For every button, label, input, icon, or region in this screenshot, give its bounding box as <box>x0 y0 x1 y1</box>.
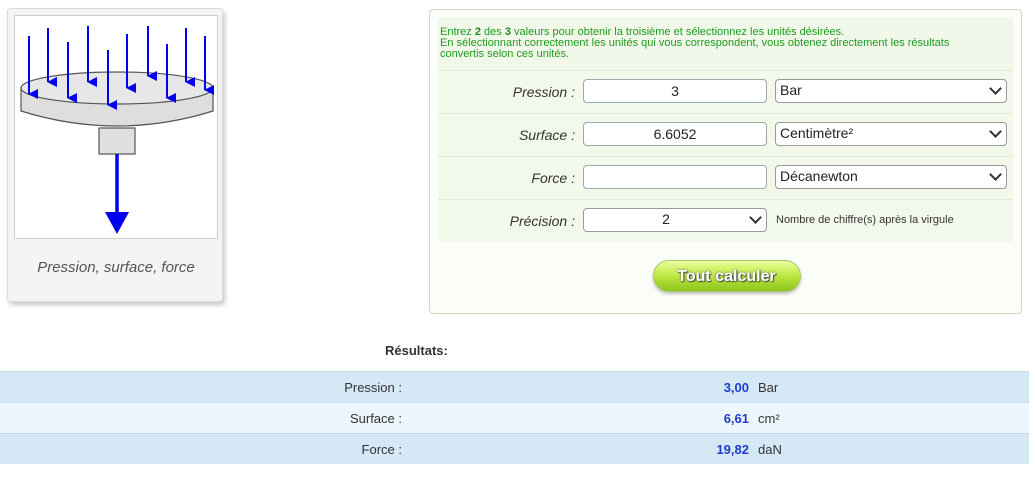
pressure-input[interactable] <box>583 79 767 103</box>
chevron-down-icon <box>989 168 1002 181</box>
force-label: Force : <box>531 170 575 186</box>
force-input[interactable] <box>583 165 767 189</box>
result-label: Surface : <box>349 411 402 426</box>
precision-row: Précision : 2 Nombre de chiffre(s) après… <box>438 199 1013 242</box>
pressure-force-diagram-icon <box>14 15 218 239</box>
result-label: Pression : <box>344 380 402 395</box>
result-unit: cm² <box>758 411 780 426</box>
chevron-down-icon <box>989 125 1002 138</box>
result-value: 3,00 <box>723 380 749 395</box>
precision-select[interactable]: 2 <box>583 208 767 232</box>
pressure-unit-select[interactable]: Bar <box>775 79 1007 103</box>
pressure-label: Pression : <box>512 84 575 100</box>
pressure-row: Pression : Bar <box>438 70 1013 113</box>
surface-input[interactable] <box>583 122 767 146</box>
illustration-caption: Pression, surface, force <box>37 259 195 276</box>
result-unit: Bar <box>758 380 779 395</box>
surface-row: Surface : Centimètre² <box>438 113 1013 156</box>
calculate-button-wrap: Tout calculer <box>430 260 1023 292</box>
surface-label: Surface : <box>518 127 575 143</box>
precision-hint: Nombre de chiffre(s) après la virgule <box>776 214 954 226</box>
force-row: Force : Décanewton <box>438 156 1013 199</box>
chevron-down-icon <box>989 82 1002 95</box>
force-unit-select[interactable]: Décanewton <box>775 165 1007 189</box>
result-label: Force : <box>361 442 402 457</box>
precision-label: Précision : <box>509 213 575 229</box>
surface-unit-select[interactable]: Centimètre² <box>775 122 1007 146</box>
result-row-force: Force : 19,82 daN <box>0 433 1029 464</box>
illustration-card: Pression, surface, force <box>7 8 223 302</box>
result-value: 19,82 <box>716 442 749 457</box>
result-unit: daN <box>758 442 782 457</box>
result-row-surface: Surface : 6,61 cm² <box>0 402 1029 433</box>
result-value: 6,61 <box>723 411 749 426</box>
results-title: Résultats: <box>385 343 448 358</box>
result-row-pressure: Pression : 3,00 Bar <box>0 371 1029 402</box>
chevron-down-icon <box>749 211 762 224</box>
calculator-panel: Entrez 2 des 3 valeurs pour obtenir la t… <box>429 9 1022 314</box>
instructions-line-3: convertis selon ces unités. <box>440 48 570 60</box>
calculate-all-button[interactable]: Tout calculer <box>652 260 801 292</box>
